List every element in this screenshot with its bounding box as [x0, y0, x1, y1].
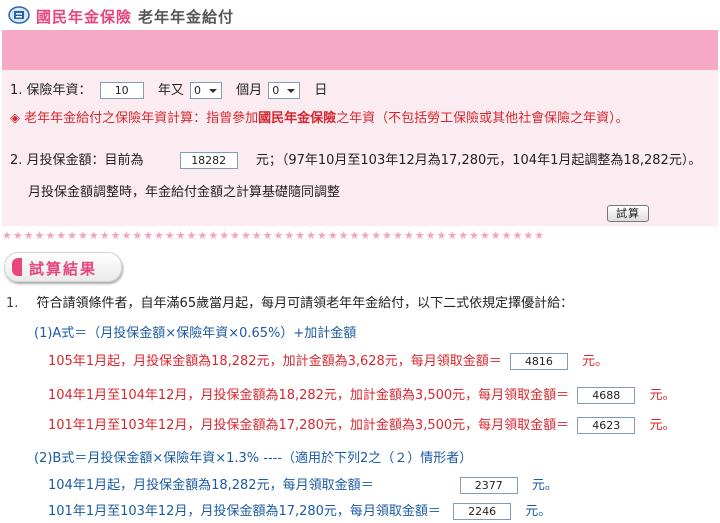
salary-note: 元；（97年10月至103年12月為17,280元，104年1月起調整為18,2…: [255, 153, 702, 168]
years-note-prefix: ◈ 老年年金給付之保險年資計算：指曾參加: [10, 111, 259, 126]
adjust-note: 月投保金額調整時，年金給付金額之計算基礎隨同調整: [28, 185, 341, 200]
days-select-value: 0: [272, 84, 280, 97]
months-select-value: 0: [193, 84, 201, 97]
a-line-1-value: 4816: [509, 353, 568, 370]
a-line-2: 104年1月至104年12月，月投保金額為18,282元，加計金額為3,500元…: [48, 384, 675, 404]
chevron-down-icon: [208, 89, 217, 93]
years-label: 1. 保險年資：: [10, 83, 92, 98]
months-select[interactable]: 0: [189, 82, 222, 99]
result-intro-text: 符合請領條件者，自年滿65歲當月起，每月可請領老年年金給付，以下二式依規定擇優計…: [36, 296, 574, 311]
a-line-2-text: 104年1月至104年12月，月投保金額為18,282元，加計金額為3,500元…: [48, 388, 570, 403]
b-line-1: 104年1月起，月投保金額為18,282元，每月領取金額＝ 2377 元。: [48, 474, 558, 494]
years-note-bold: 國民年金保險: [258, 111, 337, 126]
tab-marker-icon: [12, 258, 22, 276]
days-unit: 日: [314, 83, 328, 98]
page-header: 國民年金保險 老年年金給付: [0, 0, 720, 26]
page-title-brand: 國民年金保險: [36, 8, 133, 26]
salary-input[interactable]: 18282: [179, 152, 238, 169]
b-line-1-text: 104年1月起，月投保金額為18,282元，每月領取金額＝: [48, 478, 374, 493]
years-input[interactable]: 10: [99, 82, 144, 99]
days-select[interactable]: 0: [268, 82, 301, 99]
years-unit: 年又: [157, 83, 184, 98]
result-tab: 試算結果: [4, 252, 122, 282]
salary-row: 2. 月投保金額：目前為 18282 元；（97年10月至103年12月為17,…: [10, 149, 701, 169]
header-band: [2, 30, 718, 70]
formula-a: (1)A式＝（月投保金額×保險年資×0.65%）+加計金額: [34, 326, 357, 341]
b-line-2: 101年1月至103年12月，月投保金額為17,280元，每月領取金額＝ 224…: [48, 500, 551, 520]
a-line-3: 101年1月至103年12月，月投保金額為17,280元，加計金額為3,500元…: [48, 414, 675, 434]
a-line-1: 105年1月起，月投保金額為18,282元，加計金額為3,628元，每月領取金額…: [48, 350, 608, 370]
result-tab-label: 試算結果: [29, 260, 98, 278]
calculate-button[interactable]: 試算: [607, 205, 649, 222]
years-note: ◈ 老年年金給付之保險年資計算：指曾參加國民年金保險之年資（不包括勞工保險或其他…: [10, 107, 629, 126]
calculation-form: 1. 保險年資： 10 年又 0 個月 0 日 ◈ 老年年金給付之保險年資計算：…: [2, 70, 718, 226]
b-line-2-unit: 元。: [525, 504, 552, 519]
b-line-2-value: 2246: [453, 503, 512, 520]
page-title-sub: 老年年金給付: [138, 8, 235, 26]
months-unit: 個月: [236, 83, 263, 98]
salary-label: 2. 月投保金額：目前為: [10, 153, 144, 168]
result-intro: 1. 符合請領條件者，自年滿65歲當月起，每月可請領老年年金給付，以下二式依規定…: [6, 292, 573, 311]
b-line-1-unit: 元。: [531, 478, 558, 493]
chevron-down-icon: [287, 89, 296, 93]
a-line-3-unit: 元。: [649, 418, 676, 433]
a-line-3-value: 4623: [577, 417, 636, 434]
a-line-1-text: 105年1月起，月投保金額為18,282元，加計金額為3,628元，每月領取金額…: [48, 354, 502, 369]
a-line-1-unit: 元。: [582, 354, 609, 369]
book-logo-icon: [8, 6, 30, 24]
b-line-1-value: 2377: [459, 477, 518, 494]
a-line-3-text: 101年1月至103年12月，月投保金額為17,280元，加計金額為3,500元…: [48, 418, 570, 433]
star-divider: ★★★★★★★★★★★★★★★★★★★★★★★★★★★★★★★★★★★★★★★★…: [2, 229, 546, 242]
insurance-years-row: 1. 保險年資： 10 年又 0 個月 0 日: [10, 79, 327, 99]
a-line-2-value: 4688: [577, 387, 636, 404]
formula-b: (2)B式＝月投保金額×保險年資×1.3% ----（適用於下列2之（２）情形者…: [34, 451, 473, 466]
years-note-suffix: 之年資（不包括勞工保險或其他社會保險之年資）。: [336, 111, 629, 126]
a-line-2-unit: 元。: [649, 388, 676, 403]
result-item-number: 1.: [6, 296, 19, 311]
b-line-2-text: 101年1月至103年12月，月投保金額為17,280元，每月領取金額＝: [48, 504, 441, 519]
